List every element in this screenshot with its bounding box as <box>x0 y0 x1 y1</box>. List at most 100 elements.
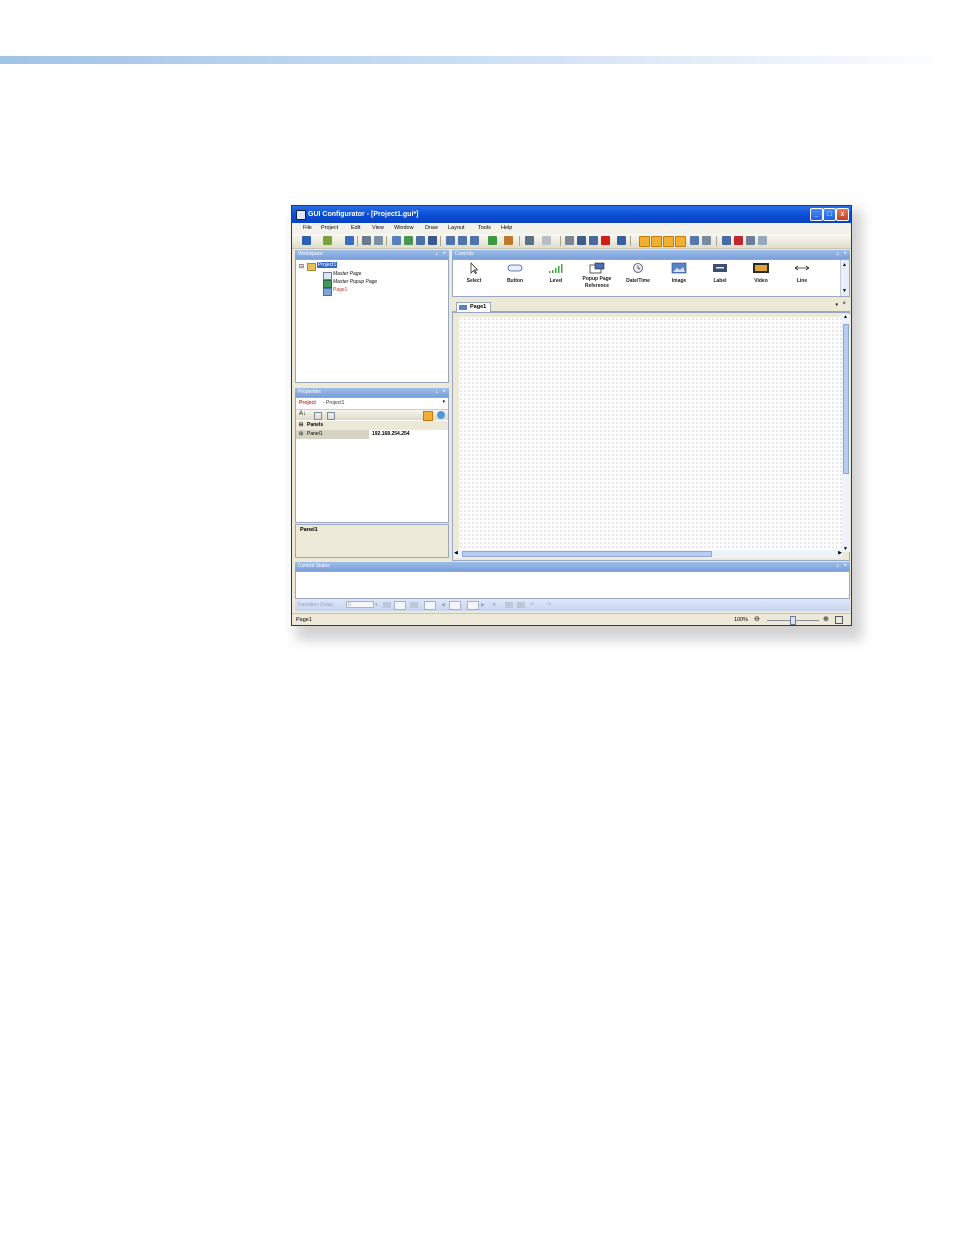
pin-icon[interactable]: ⊥ <box>435 250 439 259</box>
size-icon[interactable] <box>702 236 711 245</box>
property-value[interactable]: 192.168.254.254 <box>372 431 410 437</box>
current-state-box[interactable] <box>449 601 461 610</box>
fit-page-icon[interactable] <box>835 616 843 624</box>
vertical-scrollbar[interactable]: ▲ ▼ <box>842 314 850 552</box>
property-group[interactable]: ⊟ Panels <box>296 421 448 430</box>
close-tab-icon[interactable]: × <box>842 301 846 307</box>
state-copy-icon[interactable] <box>410 602 418 608</box>
image-library-icon[interactable] <box>404 236 413 245</box>
scroll-down-icon[interactable]: ▼ <box>842 288 847 294</box>
zoom-slider-thumb[interactable] <box>790 616 796 625</box>
maximize-button[interactable]: □ <box>823 208 836 221</box>
dropdown-arrow-icon[interactable]: ▾ <box>442 399 445 405</box>
open-icon[interactable] <box>323 236 332 245</box>
property-row[interactable]: ⊞ Panel1 192.168.254.254 <box>296 430 448 439</box>
scroll-up-icon[interactable]: ▲ <box>843 314 848 320</box>
tree-node-project[interactable]: Project1 <box>317 262 338 268</box>
panel-icon[interactable] <box>428 236 437 245</box>
tree-node-master-page[interactable]: Master Page <box>333 271 361 277</box>
state-grid-icon[interactable] <box>505 602 513 608</box>
distribute-icon[interactable] <box>690 236 699 245</box>
previous-icon[interactable]: ◀ <box>441 599 445 611</box>
print-preview-icon[interactable] <box>374 236 383 245</box>
pin-icon[interactable]: ⊥ <box>836 562 840 571</box>
layout-2-icon[interactable] <box>458 236 467 245</box>
window-icon[interactable] <box>758 236 767 245</box>
new-project-icon[interactable] <box>302 236 311 245</box>
popup-icon[interactable] <box>416 236 425 245</box>
collapse-icon[interactable]: ⊟ <box>299 263 304 270</box>
tree-node-page1[interactable]: Page1 <box>333 287 347 293</box>
layout-icon[interactable] <box>446 236 455 245</box>
pin-icon[interactable]: ⊥ <box>435 388 439 397</box>
align-center-icon[interactable] <box>651 236 662 247</box>
design-canvas[interactable] <box>459 317 842 550</box>
properties-view-icon[interactable] <box>423 411 433 421</box>
align-top-icon[interactable] <box>675 236 686 247</box>
paste-icon[interactable] <box>589 236 598 245</box>
tab-page1[interactable]: Page1 <box>456 302 492 312</box>
minimize-button[interactable]: _ <box>810 208 823 221</box>
tab-list-icon[interactable]: ▾ <box>835 302 838 308</box>
control-video[interactable]: Video <box>741 262 781 284</box>
scroll-thumb[interactable] <box>843 324 849 474</box>
scroll-up-icon[interactable]: ▲ <box>842 262 847 268</box>
zoom-in-icon[interactable]: ⊕ <box>823 614 829 625</box>
scroll-down-icon[interactable]: ▼ <box>843 546 848 552</box>
state-add-icon[interactable] <box>383 602 391 608</box>
align-right-icon[interactable] <box>663 236 674 247</box>
row-expand-icon[interactable]: ⊞ <box>299 431 303 437</box>
control-line[interactable]: Line <box>782 262 822 284</box>
next-icon[interactable]: ▶ <box>481 599 485 611</box>
transition-delay-input[interactable]: 0 <box>346 601 374 608</box>
dropdown-arrow-icon[interactable]: ▾ <box>375 599 378 611</box>
tree-node-master-popup-page[interactable]: Master Popup Page <box>333 279 377 285</box>
menu-edit[interactable]: Edit <box>351 223 360 234</box>
total-states-box[interactable] <box>467 601 479 610</box>
menu-draw[interactable]: Draw <box>425 223 438 234</box>
close-icon[interactable]: × <box>442 250 446 259</box>
scroll-left-icon[interactable]: ◀ <box>454 550 458 556</box>
menu-view[interactable]: View <box>372 223 384 234</box>
sort-category-icon[interactable] <box>314 412 322 420</box>
group-collapse-icon[interactable]: ⊟ <box>299 422 303 428</box>
menu-tools[interactable]: Tools <box>478 223 491 234</box>
close-icon[interactable]: × <box>843 562 847 571</box>
events-view-icon[interactable] <box>437 411 445 419</box>
state-index-box[interactable] <box>394 601 406 610</box>
export-icon[interactable] <box>746 236 755 245</box>
delete-state-icon[interactable]: ✕ <box>492 599 496 611</box>
delete-icon[interactable] <box>601 236 610 245</box>
menu-help[interactable]: Help <box>501 223 512 234</box>
build-icon[interactable] <box>504 236 513 245</box>
menu-file[interactable]: File <box>303 223 312 234</box>
control-level[interactable]: Level <box>536 262 576 284</box>
menu-window[interactable]: Window <box>394 223 414 234</box>
title-bar[interactable]: GUI Configurator - [Project1.gui*] _ □ x <box>292 206 851 223</box>
state-count-box[interactable] <box>424 601 436 610</box>
close-icon[interactable]: × <box>843 250 847 259</box>
control-image[interactable]: Image <box>659 262 699 284</box>
scroll-thumb[interactable] <box>462 551 712 557</box>
layout-3-icon[interactable] <box>470 236 479 245</box>
grid-icon[interactable] <box>617 236 626 245</box>
state-undo-icon[interactable]: ↶ <box>530 599 534 611</box>
control-select[interactable]: Select <box>454 262 494 284</box>
close-icon[interactable]: × <box>442 388 446 397</box>
align-left-icon[interactable] <box>639 236 650 247</box>
close-button[interactable]: x <box>836 208 849 221</box>
horizontal-scrollbar[interactable]: ◀ ▶ <box>454 550 842 558</box>
controls-scrollbar[interactable]: ▲ ▼ <box>840 260 849 296</box>
sort-alphabetical-icon[interactable]: A↓ <box>299 411 306 417</box>
pdf-icon[interactable] <box>734 236 743 245</box>
state-table-icon[interactable] <box>517 602 525 608</box>
order-icon[interactable] <box>722 236 731 245</box>
scroll-right-icon[interactable]: ▶ <box>838 550 842 556</box>
menu-project[interactable]: Project <box>321 223 338 234</box>
copy-icon[interactable] <box>577 236 586 245</box>
zoom-out-icon[interactable]: ⊖ <box>754 614 760 625</box>
menu-layout[interactable]: Layout <box>448 223 465 234</box>
control-popup-page-reference[interactable]: Popup Page Reference <box>577 262 617 290</box>
object-selector[interactable]: Project - Project1 ▾ <box>296 398 448 410</box>
control-button[interactable]: Button <box>495 262 535 284</box>
